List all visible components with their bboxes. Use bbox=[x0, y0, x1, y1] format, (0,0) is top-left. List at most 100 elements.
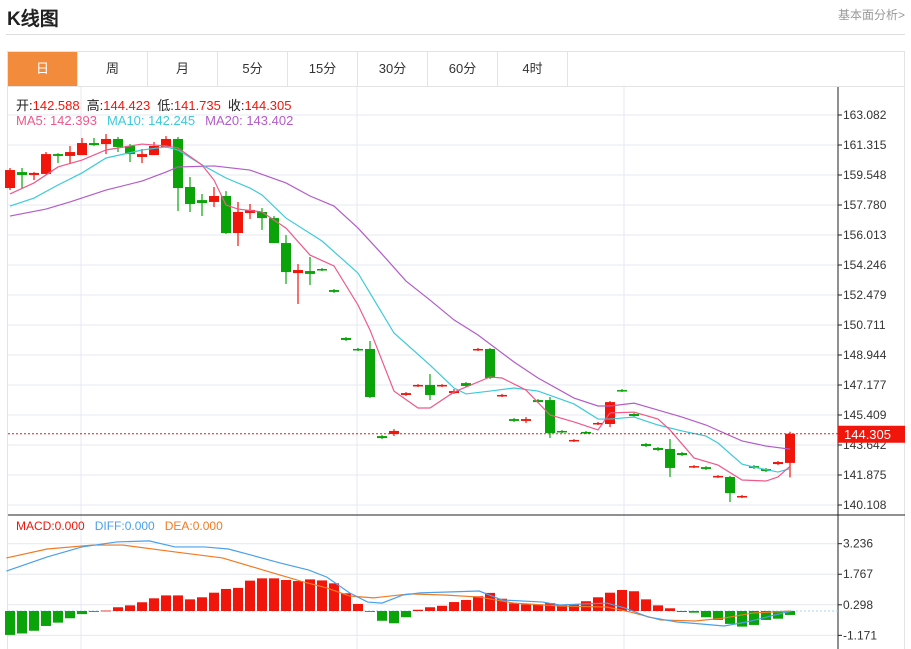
candle-body bbox=[569, 439, 579, 442]
macd-bar-positive bbox=[449, 602, 459, 611]
ma10-line bbox=[9, 146, 791, 473]
price-tick-label: 145.409 bbox=[843, 408, 887, 422]
macd-bar-positive bbox=[113, 607, 123, 611]
price-tick-label: 140.108 bbox=[843, 498, 887, 512]
candle-down bbox=[677, 452, 687, 457]
macd-bar-positive bbox=[125, 605, 135, 611]
macd-legend: MACD:0.000 DIFF:0.000 DEA:0.000 bbox=[16, 519, 223, 533]
candle-up bbox=[473, 347, 483, 351]
macd-bar-negative bbox=[53, 611, 63, 623]
macd-bar-positive bbox=[149, 598, 159, 611]
candle-down bbox=[281, 235, 291, 284]
candle-down bbox=[113, 136, 123, 153]
ma-legend: MA5: 142.393 MA10: 142.245 MA20: 143.402 bbox=[16, 113, 293, 128]
candle-body bbox=[53, 154, 63, 156]
candle-body bbox=[101, 138, 111, 145]
candle-up bbox=[29, 172, 39, 181]
candle-up bbox=[389, 429, 399, 437]
candle-body bbox=[173, 138, 183, 189]
candle-up bbox=[773, 460, 783, 466]
low-value: 141.735 bbox=[173, 98, 221, 113]
candle-up bbox=[521, 417, 531, 423]
macd-bar-positive bbox=[329, 583, 339, 611]
candle-down bbox=[329, 289, 339, 293]
high-value: 144.423 bbox=[103, 98, 151, 113]
macd-bar-positive bbox=[269, 578, 279, 611]
candle-down bbox=[17, 167, 27, 189]
candle-body bbox=[305, 271, 315, 274]
macd-tick-label: 0.298 bbox=[843, 598, 873, 612]
candle-body bbox=[701, 467, 711, 469]
candle-up bbox=[497, 393, 507, 398]
candle-body bbox=[293, 270, 303, 274]
candle-body bbox=[113, 138, 123, 147]
candle-body bbox=[41, 154, 51, 174]
macd-bar-positive bbox=[473, 596, 483, 611]
price-tick-label: 159.548 bbox=[843, 168, 887, 182]
macd-bar-positive bbox=[161, 595, 171, 611]
macd-bar-positive bbox=[509, 603, 519, 611]
candle-down bbox=[353, 347, 363, 351]
candle-up bbox=[785, 431, 795, 478]
candle-down bbox=[377, 435, 387, 440]
open-label: 开: bbox=[16, 98, 33, 113]
candle-body bbox=[17, 172, 27, 175]
candle-body bbox=[209, 196, 219, 202]
candle-up bbox=[41, 152, 51, 175]
candle-down bbox=[725, 475, 735, 503]
close-value: 144.305 bbox=[244, 98, 292, 113]
macd-bar-positive bbox=[653, 605, 663, 611]
candle-body bbox=[437, 384, 447, 387]
macd-bar-positive bbox=[137, 602, 147, 611]
candle-down bbox=[89, 137, 99, 146]
macd-bar-negative bbox=[5, 611, 15, 635]
candle-body bbox=[149, 145, 159, 156]
price-tick-label: 148.944 bbox=[843, 348, 887, 362]
candle-body bbox=[557, 430, 567, 433]
candle-body bbox=[521, 419, 531, 421]
macd-bar-positive bbox=[173, 595, 183, 611]
candle-up bbox=[293, 264, 303, 304]
macd-bar-positive bbox=[221, 588, 231, 611]
candle-up bbox=[689, 465, 699, 468]
candle-down bbox=[653, 447, 663, 451]
price-tick-label: 147.177 bbox=[843, 378, 887, 392]
macd-bar-positive bbox=[89, 611, 99, 612]
candle-body bbox=[401, 393, 411, 395]
macd-bar-positive bbox=[665, 608, 675, 611]
macd-bar-positive bbox=[461, 599, 471, 611]
price-tick-label: 154.246 bbox=[843, 258, 887, 272]
ma20-line bbox=[9, 165, 791, 450]
candle-body bbox=[317, 269, 327, 271]
candle-down bbox=[545, 397, 555, 439]
macd-bar-negative bbox=[389, 611, 399, 624]
candle-body bbox=[353, 348, 363, 351]
macd-bar-negative bbox=[77, 611, 87, 615]
diff-value: DIFF:0.000 bbox=[94, 519, 155, 533]
candle-down bbox=[641, 443, 651, 448]
candle-down bbox=[485, 347, 495, 380]
candle-body bbox=[281, 243, 291, 273]
candle-down bbox=[701, 466, 711, 470]
macd-bar-positive bbox=[317, 580, 327, 611]
low-label: 低: bbox=[157, 98, 174, 113]
macd-bar-positive bbox=[233, 587, 243, 611]
ma10-value: MA10: 142.245 bbox=[106, 113, 196, 128]
candle-body bbox=[581, 431, 591, 434]
candle-up bbox=[209, 187, 219, 208]
candle-down bbox=[425, 374, 435, 401]
candle-body bbox=[197, 200, 207, 203]
macd-bar-negative bbox=[701, 611, 711, 618]
candle-up bbox=[5, 167, 15, 191]
candle-body bbox=[65, 152, 75, 156]
macd-bar-positive bbox=[641, 599, 651, 611]
price-tick-label: 163.082 bbox=[843, 108, 887, 122]
macd-bar-positive bbox=[185, 599, 195, 611]
candle-down bbox=[305, 256, 315, 285]
candle-down bbox=[53, 153, 63, 164]
close-label: 收: bbox=[227, 98, 245, 113]
candle-up bbox=[605, 401, 615, 428]
macd-tick-label: -1.171 bbox=[843, 628, 877, 642]
macd-bar-positive bbox=[569, 604, 579, 611]
macd-bar-positive bbox=[197, 597, 207, 611]
